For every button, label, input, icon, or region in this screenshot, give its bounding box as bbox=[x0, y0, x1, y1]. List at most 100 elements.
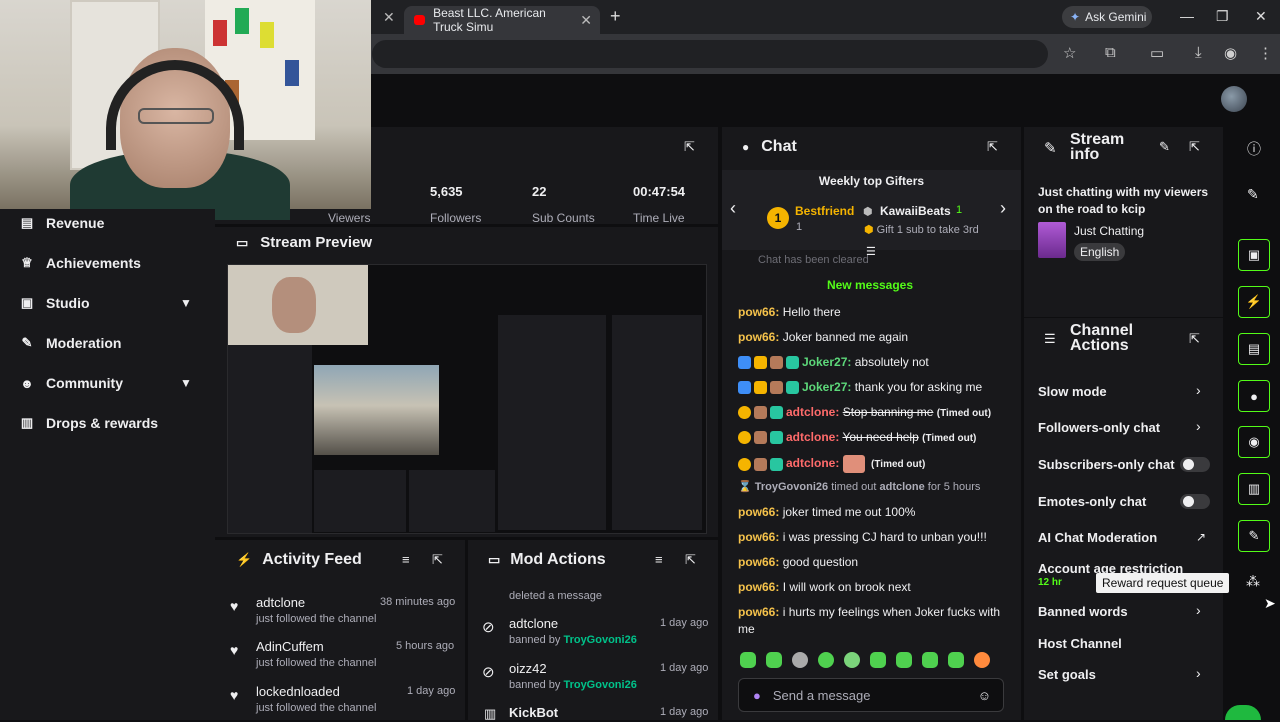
sidebar-item-drops[interactable]: ▥ Drops & rewards bbox=[20, 411, 158, 435]
info-icon[interactable]: ⓘ bbox=[1247, 139, 1261, 159]
subscribers-only-toggle[interactable] bbox=[1180, 457, 1210, 472]
mod-target[interactable]: oizz42 bbox=[509, 661, 547, 676]
emote-icon[interactable] bbox=[740, 652, 756, 668]
emote-icon[interactable] bbox=[896, 652, 912, 668]
broadcast-rail-icon[interactable]: ◉ bbox=[1238, 426, 1270, 458]
emote-icon[interactable] bbox=[870, 652, 886, 668]
stream-preview-video[interactable] bbox=[227, 264, 707, 534]
reward-queue-icon[interactable]: ⁂ bbox=[1246, 573, 1260, 590]
chat-username[interactable]: pow66: bbox=[738, 530, 779, 544]
chat-username[interactable]: adtclone: bbox=[786, 456, 839, 470]
gifter-1-name[interactable]: Bestfriend bbox=[795, 204, 854, 218]
close-window-icon[interactable]: ✕ bbox=[1255, 8, 1267, 25]
external-link-icon[interactable]: ↗ bbox=[1196, 530, 1206, 544]
notice-target[interactable]: adtclone bbox=[880, 481, 925, 493]
chat-username[interactable]: pow66: bbox=[738, 305, 779, 319]
emoji-icon[interactable]: ☺ bbox=[978, 688, 991, 703]
feed-name[interactable]: adtclone bbox=[256, 595, 305, 610]
popout-icon[interactable]: ⇱ bbox=[684, 139, 695, 155]
action-slow-mode[interactable]: Slow mode bbox=[1038, 384, 1107, 399]
chevron-right-icon[interactable]: › bbox=[1000, 198, 1006, 219]
close-tab-icon[interactable]: ✕ bbox=[580, 12, 592, 29]
chat-username[interactable]: adtclone: bbox=[786, 405, 839, 419]
user-avatar[interactable] bbox=[1221, 86, 1247, 112]
mod-target[interactable]: KickBot bbox=[509, 705, 558, 720]
emote-icon[interactable] bbox=[948, 652, 964, 668]
chat-input[interactable]: ● Send a message ☺ bbox=[738, 678, 1004, 712]
microphone-icon[interactable]: ● bbox=[753, 688, 761, 703]
notice-moderator[interactable]: TroyGovoni26 bbox=[755, 481, 828, 493]
emote-icon[interactable] bbox=[974, 652, 990, 668]
new-messages-divider[interactable]: New messages bbox=[738, 278, 1002, 292]
sidebar-item-revenue[interactable]: ▤ Revenue bbox=[20, 211, 105, 235]
popout-icon[interactable]: ⇱ bbox=[987, 139, 998, 155]
new-tab-button[interactable]: + bbox=[610, 6, 621, 27]
filter-icon[interactable]: ≡ bbox=[655, 552, 663, 567]
emote-icon[interactable] bbox=[922, 652, 938, 668]
category-name[interactable]: Just Chatting bbox=[1074, 224, 1144, 238]
emote-icon[interactable] bbox=[844, 652, 860, 668]
cast-icon[interactable]: ▭ bbox=[1150, 44, 1164, 62]
chat-rail-icon[interactable]: ● bbox=[1238, 380, 1270, 412]
chat-username[interactable]: pow66: bbox=[738, 605, 779, 619]
edit-icon[interactable]: ✎ bbox=[1159, 139, 1170, 155]
camera-rail-icon[interactable]: ▣ bbox=[1238, 239, 1270, 271]
chat-username[interactable]: pow66: bbox=[738, 555, 779, 569]
action-banned-words[interactable]: Banned words bbox=[1038, 604, 1128, 619]
chat-username[interactable]: pow66: bbox=[738, 330, 779, 344]
maximize-icon[interactable]: ❐ bbox=[1216, 8, 1229, 25]
emote-icon[interactable] bbox=[818, 652, 834, 668]
mod-by[interactable]: TroyGovoni26 bbox=[563, 634, 636, 646]
action-emotes-only[interactable]: Emotes-only chat bbox=[1038, 494, 1146, 509]
chevron-down-icon[interactable]: ▼ bbox=[180, 376, 192, 390]
chevron-right-icon[interactable]: › bbox=[1196, 665, 1201, 681]
chevron-right-icon[interactable]: › bbox=[1196, 382, 1201, 398]
gift-prompt[interactable]: ⬢ Gift 1 sub to take 3rd bbox=[864, 223, 979, 236]
feed-name[interactable]: AdinCuffem bbox=[256, 639, 324, 654]
popout-icon[interactable]: ⇱ bbox=[685, 552, 696, 568]
download-icon[interactable]: ⤓ bbox=[1195, 44, 1202, 61]
emote-icon[interactable] bbox=[792, 652, 808, 668]
chevron-right-icon[interactable]: › bbox=[1196, 418, 1201, 434]
sidebar-item-studio[interactable]: ▣ Studio bbox=[20, 291, 90, 315]
mod-target[interactable]: adtclone bbox=[509, 616, 558, 631]
layout-rail-icon[interactable]: ▥ bbox=[1238, 473, 1270, 505]
action-ai-moderation[interactable]: AI Chat Moderation bbox=[1038, 530, 1157, 545]
action-followers-only[interactable]: Followers-only chat bbox=[1038, 420, 1160, 435]
bolt-rail-icon[interactable]: ⚡ bbox=[1238, 286, 1270, 318]
action-set-goals[interactable]: Set goals bbox=[1038, 667, 1096, 682]
sidebar-item-community[interactable]: ☻ Community bbox=[20, 371, 123, 395]
extensions-icon[interactable]: ⧉ bbox=[1105, 44, 1116, 61]
action-host-channel[interactable]: Host Channel bbox=[1038, 636, 1122, 651]
sidebar-item-achievements[interactable]: ♕ Achievements bbox=[20, 251, 141, 275]
address-input[interactable] bbox=[372, 40, 1048, 68]
action-subscribers-only[interactable]: Subscribers-only chat bbox=[1038, 457, 1175, 472]
chat-username[interactable]: pow66: bbox=[738, 580, 779, 594]
chevron-down-icon[interactable]: ▼ bbox=[180, 296, 192, 310]
pencil-icon[interactable]: ✎ bbox=[1247, 186, 1259, 203]
emote-icon[interactable] bbox=[766, 652, 782, 668]
close-tab-icon[interactable]: ✕ bbox=[383, 9, 395, 26]
chat-username[interactable]: Joker27: bbox=[802, 355, 851, 369]
category-thumbnail[interactable] bbox=[1038, 222, 1066, 258]
mod-by[interactable]: TroyGovoni26 bbox=[563, 679, 636, 691]
popout-icon[interactable]: ⇱ bbox=[1189, 139, 1200, 155]
gifter-2-name[interactable]: KawaiiBeats bbox=[880, 204, 951, 218]
sidebar-item-moderation[interactable]: ✎ Moderation bbox=[20, 331, 122, 355]
minimize-icon[interactable]: — bbox=[1180, 8, 1194, 24]
bookmark-star-icon[interactable]: ☆ bbox=[1063, 44, 1076, 62]
popout-icon[interactable]: ⇱ bbox=[1189, 331, 1200, 347]
feed-name[interactable]: lockednloaded bbox=[256, 684, 340, 699]
emotes-only-toggle[interactable] bbox=[1180, 494, 1210, 509]
menu-icon[interactable]: ⋮ bbox=[1258, 44, 1273, 62]
popout-icon[interactable]: ⇱ bbox=[432, 552, 443, 568]
chat-username[interactable]: adtclone: bbox=[786, 430, 839, 444]
chat-username[interactable]: Joker27: bbox=[802, 380, 851, 394]
filter-icon[interactable]: ≡ bbox=[402, 552, 410, 567]
chat-username[interactable]: pow66: bbox=[738, 505, 779, 519]
chevron-right-icon[interactable]: › bbox=[1196, 602, 1201, 618]
chevron-left-icon[interactable]: ‹ bbox=[730, 198, 736, 219]
wrench-rail-icon[interactable]: ✎ bbox=[1238, 520, 1270, 552]
ask-gemini-button[interactable]: ✦ Ask Gemini bbox=[1062, 6, 1152, 28]
profile-icon[interactable]: ◉ bbox=[1224, 44, 1237, 62]
